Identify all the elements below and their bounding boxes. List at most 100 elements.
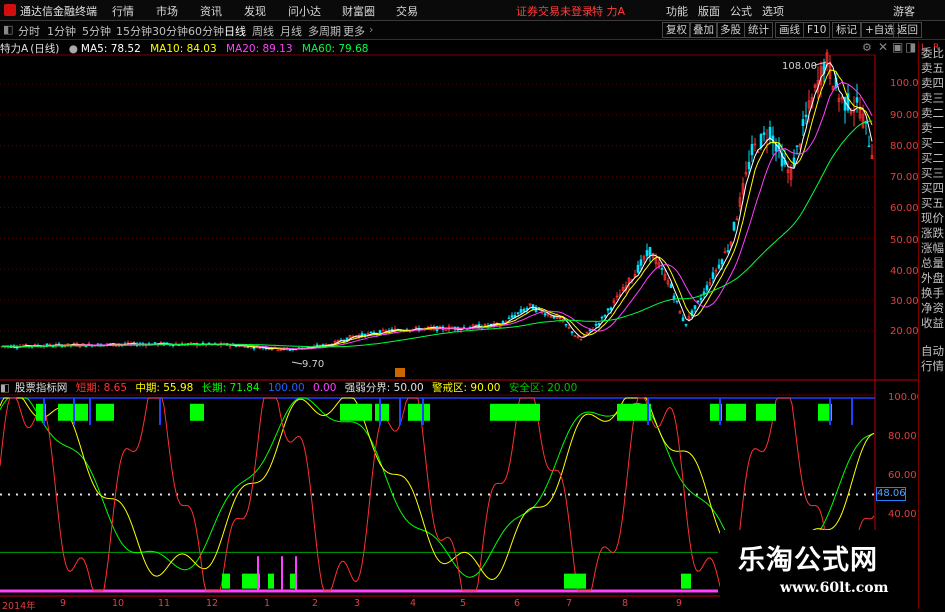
candle-body [693,305,697,309]
candle-body [681,317,685,322]
candle-body [507,317,511,320]
side-panel-item[interactable]: 净资 [919,302,945,315]
date-tick: 10 [112,598,125,609]
candle-body [747,161,751,170]
indicator-tick: 40.00 [888,509,917,520]
candle-body [501,320,505,323]
side-panel-item[interactable]: 卖二 [919,107,945,120]
moving-average-line [1,120,872,348]
side-panel-item[interactable]: 买五 [919,197,945,210]
candle-body [609,307,613,310]
indicator-settings-icon[interactable]: ◧ [0,382,10,394]
main-grid [0,83,875,332]
watermark-url: www.60lt.com [780,580,889,596]
side-panel-item[interactable]: 卖四 [919,77,945,90]
candle-body [855,97,859,103]
high-annotation: 108.00 [782,61,817,72]
side-panel-item[interactable]: 涨跌 [919,227,945,240]
side-panel-item[interactable]: 买四 [919,182,945,195]
candle-body [648,246,652,256]
candle-body [696,300,700,303]
alert-signal-block [340,403,372,421]
long-term-label: 长期: 71.84 [201,382,260,394]
date-tick: 1 [264,598,271,609]
side-panel-item[interactable]: 卖一 [919,122,945,135]
watermark: 乐淘公式网 www.60lt.com [720,530,918,609]
candle-body [510,315,514,318]
safe-signal-block [268,573,274,589]
candle-body [699,297,703,301]
side-panel-item[interactable]: 行情 [919,360,945,373]
side-panel-item[interactable]: 换手 [919,287,945,300]
date-tick: 2014年 [2,601,36,612]
low-pointer [291,361,303,365]
side-panel-item[interactable]: 买一 [919,137,945,150]
candle-body [603,314,607,317]
alert-signal-block [96,403,114,421]
date-tick: 9 [676,598,683,609]
upper-bound-label: 100.00 [267,382,305,394]
side-panel-item[interactable]: 外盘 [919,272,945,285]
candle-body [636,264,640,273]
mid-term-label: 中期: 55.98 [135,382,194,394]
price-tick: 20.00 [890,326,919,337]
chart-canvas[interactable]: 108.00 9.70 [0,0,945,609]
candle-body [570,331,574,334]
date-tick: 2 [312,598,319,609]
side-panel-item[interactable]: 卖三 [919,92,945,105]
candle-body [660,268,664,270]
alert-signal-block [408,403,430,421]
price-tick: 50.00 [890,235,919,246]
date-tick: 9 [60,598,67,609]
date-tick: 12 [206,598,219,609]
side-panel-item[interactable]: 卖五 [919,62,945,75]
side-panel: L R 委比 卖五 卖四 卖三 卖二 卖一 买一 买二 买三 买四 买五 现价 涨跌 涨幅 总量 外盘 换手 净资… [918,41,945,609]
side-panel-item[interactable]: 收益 [919,317,945,330]
candle-body [390,328,394,331]
candle-body [732,221,736,231]
side-panel-item[interactable]: 买三 [919,167,945,180]
indicator-header: ◧ 股票指标网 短期: 8.65 中期: 55.98 长期: 71.84 100.… [0,380,582,394]
price-tick: 40.00 [890,266,919,277]
candle-body [516,312,520,314]
side-panel-item[interactable]: 委比 [919,47,945,60]
candle-body [762,132,766,135]
current-value-badge: 48.06 [876,487,906,501]
side-panel-item[interactable]: 涨幅 [919,242,945,255]
indicator-tick: 80.00 [888,431,917,442]
candle-body [672,295,676,300]
price-tick: 70.00 [890,172,919,183]
candle-body [252,347,256,350]
candle-body [669,284,673,288]
moving-average-line [1,81,873,350]
candle-body [684,323,688,326]
candle-body [795,145,799,147]
candle-body [594,324,598,326]
side-panel-item[interactable]: 自动 [919,345,945,358]
date-tick: 4 [410,598,417,609]
candle-body [369,331,373,334]
short-term-label: 短期: 8.65 [75,382,128,394]
alert-zone-label: 警戒区: 90.00 [432,382,501,394]
event-marker[interactable] [395,368,405,377]
candle-body [867,145,871,148]
indicator-name[interactable]: 股票指标网 [15,382,68,394]
candle-body [645,250,649,257]
price-tick: 60.00 [890,203,919,214]
candle-body [804,114,808,118]
candle-body [606,308,610,311]
low-annotation: 9.70 [302,359,324,370]
date-tick: 8 [622,598,629,609]
main-candles [0,49,874,352]
side-panel-item[interactable]: 总量 [919,257,945,270]
date-axis: 2014年 9 10 11 12 1 2 3 4 5 6 7 8 9 [0,598,718,612]
side-panel-item[interactable]: 买二 [919,152,945,165]
candle-body [720,259,724,265]
candle-body [801,119,805,126]
side-panel-item[interactable]: 现价 [919,212,945,225]
alert-signal-block [190,403,204,421]
safe-signal-block [681,573,691,589]
candle-body [726,250,730,252]
date-tick: 11 [158,598,171,609]
candle-body [597,322,601,326]
